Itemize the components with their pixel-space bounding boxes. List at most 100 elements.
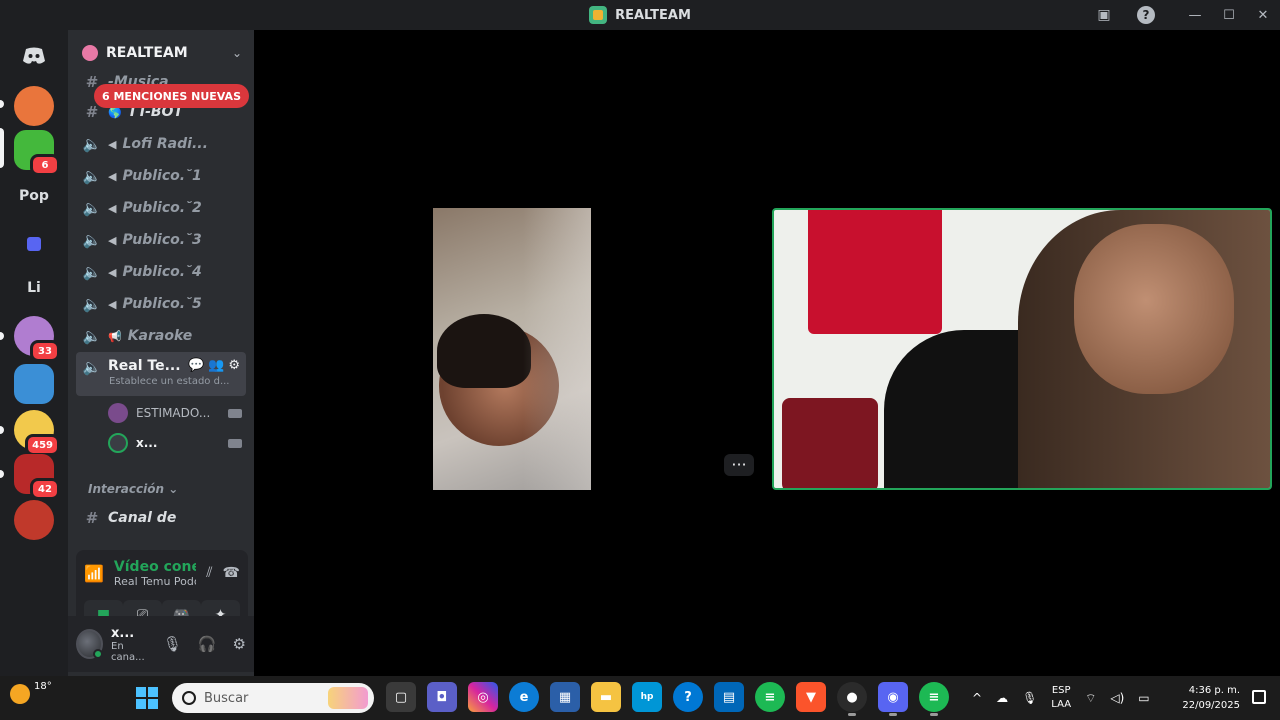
system-tray: ^ ☁ 🎙 ESP LAA ⌔ ◁) ▭ (972, 676, 1150, 720)
instagram-icon[interactable]: ◎ (468, 682, 498, 712)
participant-video-detail (808, 210, 942, 334)
chevron-up-icon[interactable]: ^ (972, 691, 982, 705)
voice-user-estimado[interactable]: ESTIMADO... (108, 400, 246, 426)
server-3-badge: 33 (30, 340, 60, 362)
video-tile-participant-1[interactable] (433, 208, 591, 490)
start-button[interactable] (136, 687, 158, 709)
server-3-icon[interactable]: 33 (14, 316, 60, 362)
channel-real-temu-active[interactable]: 🔈 Real Te... 💬 👥 ⚙ Establece un estado d… (76, 352, 246, 396)
unread-pill (0, 332, 4, 340)
weather-widget[interactable]: 18° (10, 680, 52, 704)
weather-icon (10, 684, 30, 704)
new-mentions-pill[interactable]: 6 MENCIONES NUEVAS (94, 84, 249, 108)
channel-lofi[interactable]: 🔈 ◀ Lofi Radi... (76, 130, 246, 158)
voice-user-x[interactable]: x... (108, 430, 246, 456)
server-4-icon[interactable] (14, 364, 54, 404)
brave-icon[interactable]: ▼ (796, 682, 826, 712)
voice-channel-icon: 🔈 (82, 358, 102, 376)
speaker-icon: ◀ (108, 265, 117, 279)
server-2-badge: 6 (30, 154, 60, 176)
text-channel-icon: # (85, 509, 99, 527)
minimize-button[interactable]: — (1178, 0, 1212, 30)
channel-karaoke[interactable]: 🔈 📢 Karaoke (76, 322, 246, 350)
search-highlight-icon (328, 687, 368, 709)
channel-publico-3[interactable]: 🔈 ◀ Publico.˘3 (76, 226, 246, 254)
spotify-icon[interactable]: ≡ (919, 682, 949, 716)
voice-user-label: ESTIMADO... (136, 406, 211, 420)
voice-channel-icon: 🔈 (82, 295, 102, 313)
server-1-icon[interactable] (14, 86, 54, 126)
obs-icon[interactable]: ● (837, 682, 867, 716)
file-explorer-icon[interactable]: ▬ (591, 682, 621, 712)
language-top: ESP (1051, 685, 1071, 696)
app-icon[interactable]: ▤ (714, 682, 744, 712)
channel-publico-1[interactable]: 🔈 ◀ Publico.˘1 (76, 162, 246, 190)
inbox-icon[interactable]: ▣ (1094, 5, 1114, 25)
server-pop-icon[interactable]: Pop (14, 176, 54, 216)
invite-icon[interactable]: 👥 (208, 358, 224, 373)
video-tile-participant-2-speaking[interactable] (772, 208, 1272, 490)
edge-icon[interactable]: e (509, 682, 539, 712)
clock[interactable]: 4:36 p. m. 22/09/2025 (1182, 683, 1240, 713)
noise-suppression-icon[interactable]: ⫽ (206, 565, 212, 581)
channel-publico-5[interactable]: 🔈 ◀ Publico.˘5 (76, 290, 246, 318)
more-options-button[interactable]: ··· (724, 454, 754, 476)
avatar[interactable] (76, 629, 104, 659)
time: 4:36 p. m. (1188, 685, 1240, 696)
discord-icon[interactable]: ◉ (878, 682, 908, 716)
voice-channel-link[interactable]: Real Temu Podcast ... (114, 575, 196, 588)
voice-user-label: x... (136, 436, 158, 450)
temperature: 18° (34, 680, 52, 692)
microphone-icon[interactable]: 🎙 (163, 635, 182, 653)
teams-icon[interactable]: ◘ (427, 682, 457, 712)
speaker-icon: ◀ (108, 297, 117, 311)
signal-icon[interactable]: 📶 (84, 564, 104, 583)
user-panel: x... En cana... 🎙 🎧 ⚙ (68, 616, 254, 672)
maximize-button[interactable]: ☐ (1212, 0, 1246, 30)
channel-label: Publico.˘1 (122, 168, 202, 184)
server-7-icon[interactable] (14, 500, 54, 540)
help-icon[interactable]: ? (1136, 5, 1156, 25)
task-view-icon[interactable]: ▢ (386, 682, 416, 712)
discord-home-icon[interactable] (14, 36, 54, 76)
chevron-down-icon: ⌄ (231, 46, 242, 60)
battery-icon[interactable]: ▭ (1138, 691, 1149, 705)
taskbar-search[interactable]: Buscar (172, 683, 374, 713)
username: x... (111, 625, 135, 641)
category-interaccion[interactable]: Interacción ⌄ (88, 482, 178, 496)
channel-label: Real Te... (108, 358, 181, 374)
channel-publico-4[interactable]: 🔈 ◀ Publico.˘4 (76, 258, 246, 286)
unread-pill (0, 426, 4, 434)
speaker-icon: ◀ (108, 233, 117, 247)
participant-video-detail (523, 208, 591, 490)
headphones-icon[interactable]: 🎧 (198, 635, 217, 653)
participant-video-detail (437, 314, 531, 388)
channel-publico-2[interactable]: 🔈 ◀ Publico.˘2 (76, 194, 246, 222)
network-status-icon[interactable]: ☁ (996, 691, 1008, 705)
unread-pill (0, 470, 4, 478)
folder-icon[interactable] (14, 224, 54, 264)
channel-status[interactable]: Establece un estado d... (109, 376, 229, 387)
volume-icon[interactable]: ◁) (1110, 691, 1124, 705)
close-button[interactable]: ✕ (1246, 0, 1280, 30)
window-title-text: REALTEAM (615, 7, 691, 23)
microphone-icon[interactable]: 🎙 (1022, 691, 1037, 705)
server-6-icon[interactable]: 42 (14, 454, 60, 500)
spotify-alt-icon[interactable]: ≡ (755, 682, 785, 712)
help-app-icon[interactable]: ? (673, 682, 703, 712)
voice-channel-icon: 🔈 (82, 199, 102, 217)
chat-icon[interactable]: 💬 (188, 358, 204, 373)
gear-icon[interactable]: ⚙ (228, 358, 240, 373)
disconnect-icon[interactable]: ☎ (223, 565, 240, 581)
gear-icon[interactable]: ⚙ (233, 635, 246, 653)
server-li-icon[interactable]: Li (14, 268, 54, 308)
notifications-icon[interactable] (1252, 690, 1266, 704)
channel-canal-de[interactable]: # Canal de (76, 504, 246, 532)
wifi-icon[interactable]: ⌔ (1085, 691, 1096, 706)
voice-channel-icon: 🔈 (82, 263, 102, 281)
language-indicator[interactable]: ESP LAA (1051, 684, 1071, 712)
store-icon[interactable]: ▦ (550, 682, 580, 712)
server-2-icon[interactable]: 6 (14, 130, 60, 176)
hp-icon[interactable]: hp (632, 682, 662, 712)
server-5-icon[interactable]: 459 (14, 410, 60, 456)
